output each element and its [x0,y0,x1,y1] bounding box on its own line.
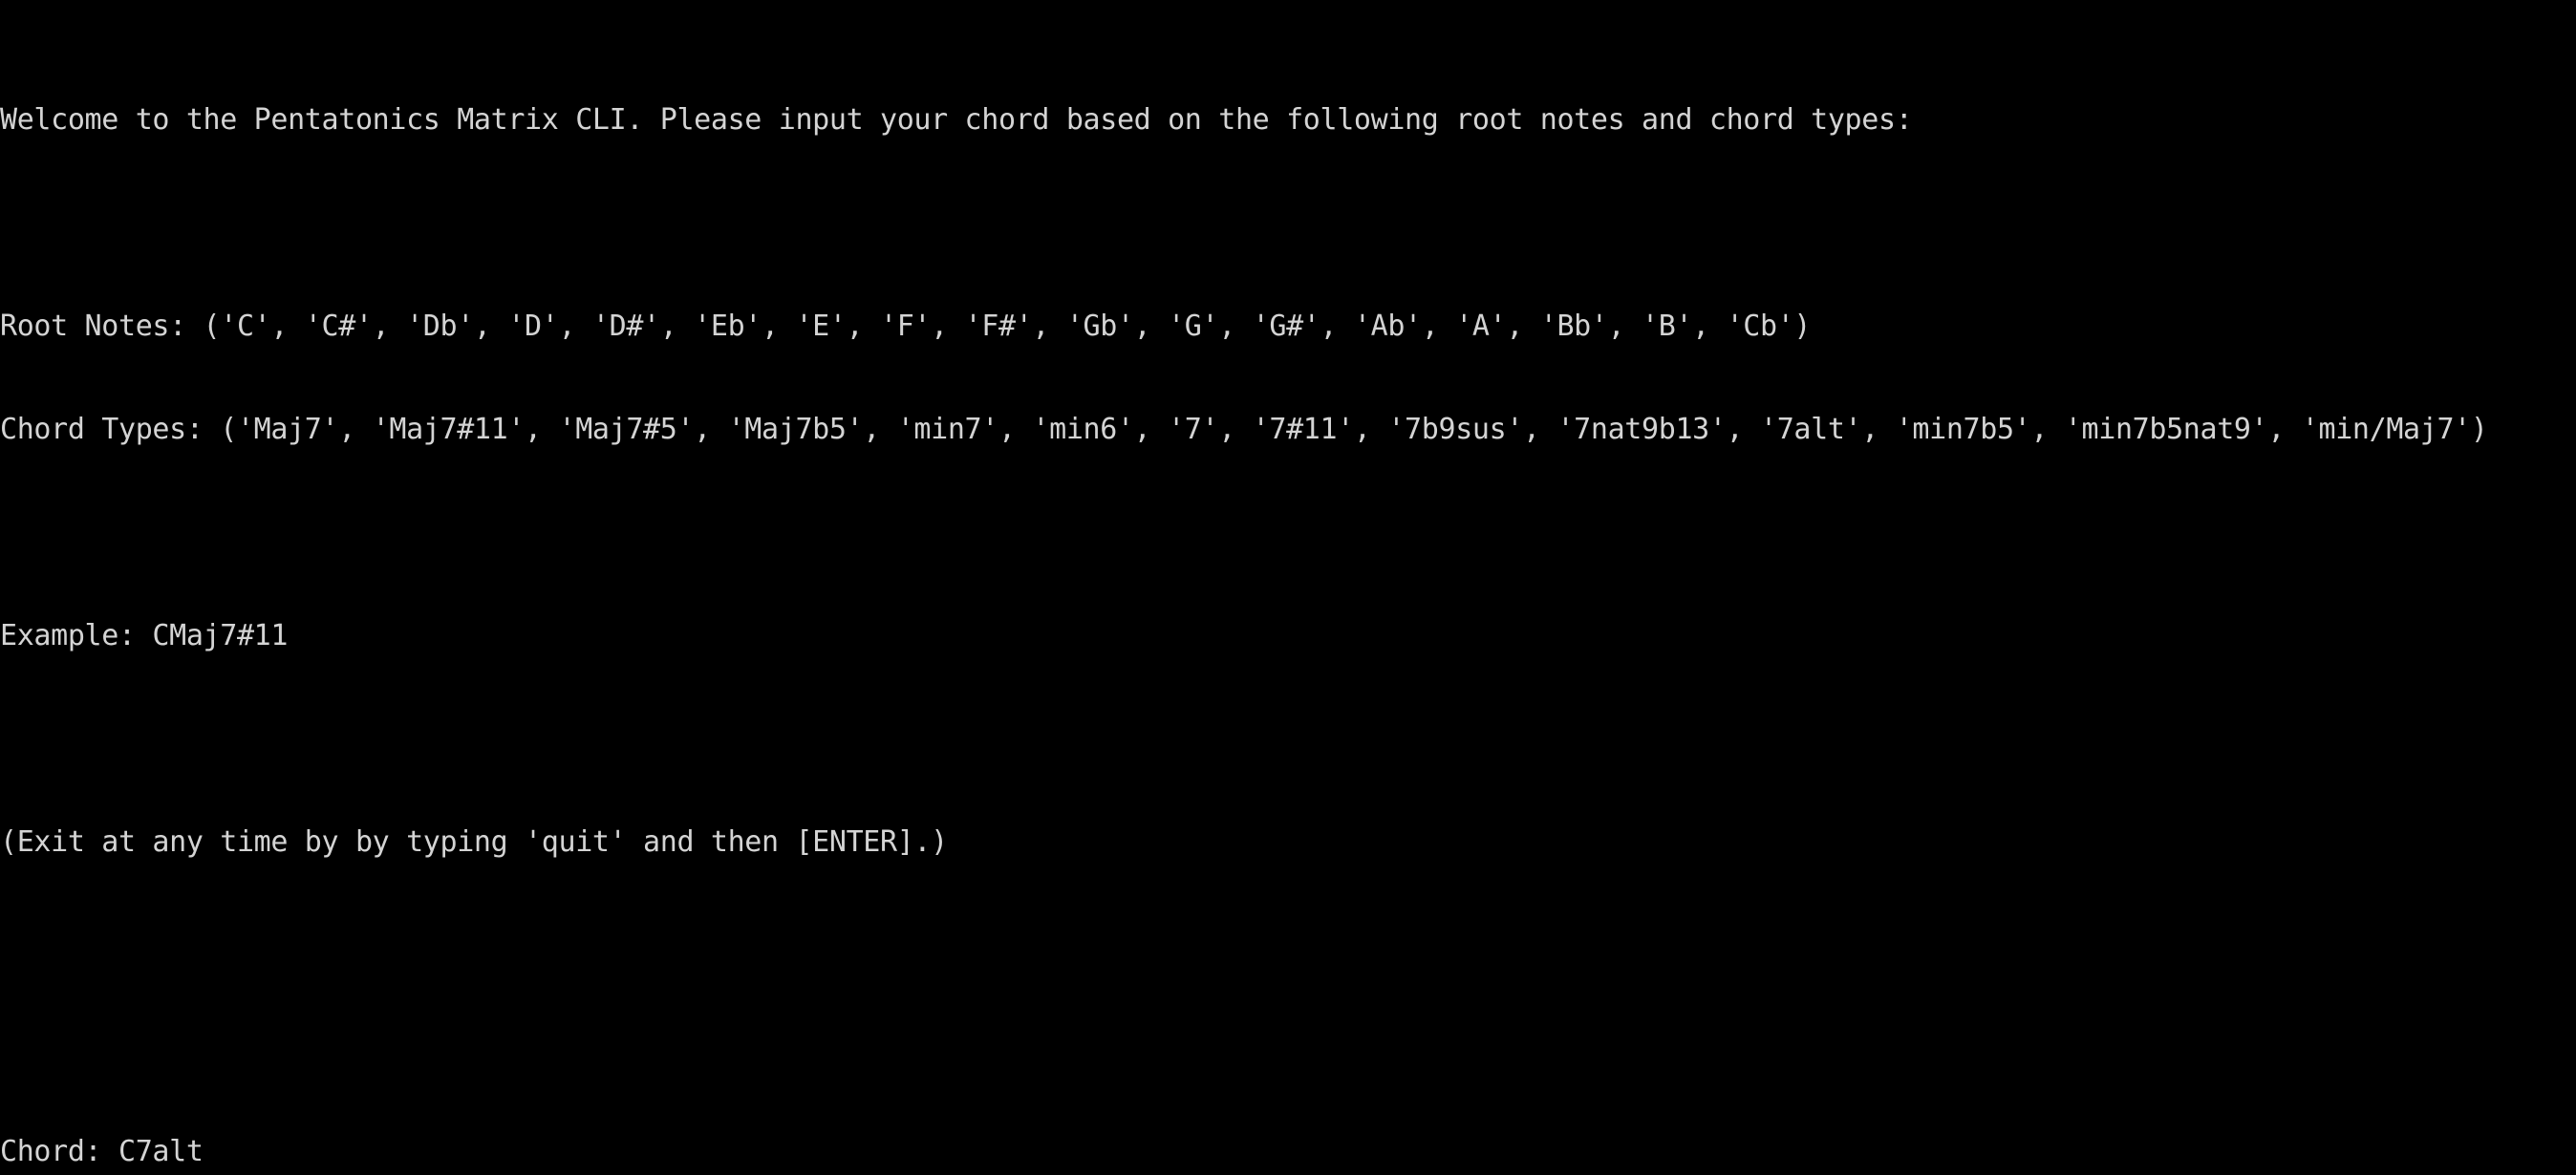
welcome-line: Welcome to the Pentatonics Matrix CLI. P… [0,103,1913,137]
exit-instruction-line: (Exit at any time by by typing 'quit' an… [0,825,948,859]
entered-chord-line: Chord: C7alt [0,1135,204,1168]
chord-types-line: Chord Types: ('Maj7', 'Maj7#11', 'Maj7#5… [0,413,2488,446]
root-notes-line: Root Notes: ('C', 'C#', 'Db', 'D', 'D#',… [0,310,1812,343]
example-line: Example: CMaj7#11 [0,619,289,652]
terminal-window[interactable]: Welcome to the Pentatonics Matrix CLI. P… [0,0,2576,1175]
